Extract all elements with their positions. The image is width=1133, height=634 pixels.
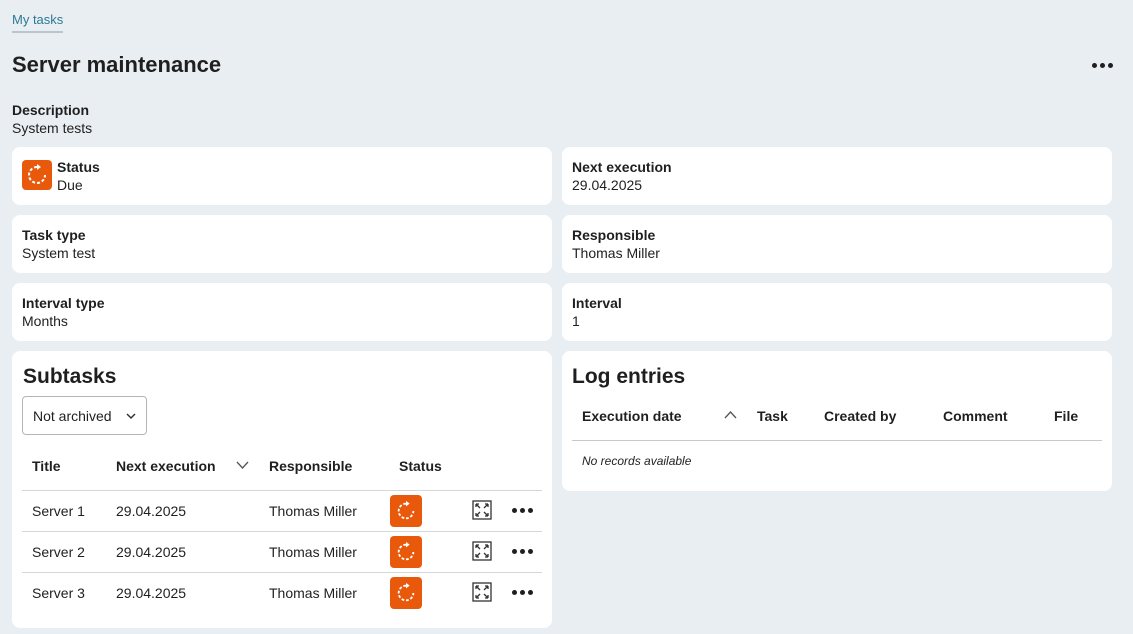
- row-next-execution: 29.04.2025: [116, 503, 187, 519]
- interval-type-label: Interval type: [22, 295, 105, 311]
- row-responsible: Thomas Miller: [269, 503, 357, 519]
- row-next-execution: 29.04.2025: [116, 585, 187, 601]
- more-dot-icon: [511, 589, 517, 595]
- row-next-execution: 29.04.2025: [116, 544, 187, 560]
- subtasks-card: Subtasks Not archived Title Next executi…: [12, 351, 552, 628]
- more-dot-icon: [519, 548, 525, 554]
- row-more-button[interactable]: [510, 544, 534, 558]
- responsible-label: Responsible: [572, 227, 656, 243]
- column-comment[interactable]: Comment: [943, 408, 1008, 424]
- more-dot-icon: [527, 507, 533, 513]
- sort-ascending-icon[interactable]: [724, 410, 737, 420]
- responsible-value: Thomas Miller: [572, 245, 660, 261]
- table-row[interactable]: Server 1 29.04.2025 Thomas Miller: [22, 490, 542, 531]
- row-responsible: Thomas Miller: [269, 544, 357, 560]
- row-responsible: Thomas Miller: [269, 585, 357, 601]
- refresh-due-icon[interactable]: [390, 577, 422, 609]
- status-card: Status Due: [12, 147, 552, 205]
- archive-filter-select[interactable]: Not archived: [22, 396, 147, 435]
- row-more-button[interactable]: [510, 503, 534, 517]
- interval-type-card: Interval type Months: [12, 283, 552, 341]
- page-title: Server maintenance: [12, 52, 222, 77]
- row-title: Server 1: [32, 503, 85, 519]
- interval-type-value: Months: [22, 313, 68, 329]
- responsible-card: Responsible Thomas Miller: [562, 215, 1112, 273]
- more-dot-icon: [527, 589, 533, 595]
- expand-icon[interactable]: [472, 541, 492, 561]
- table-row[interactable]: Server 2 29.04.2025 Thomas Miller: [22, 531, 542, 572]
- table-row[interactable]: Server 3 29.04.2025 Thomas Miller: [22, 572, 542, 613]
- status-label: Status: [57, 159, 100, 175]
- refresh-due-icon: [22, 160, 52, 190]
- next-execution-value: 29.04.2025: [572, 177, 643, 193]
- expand-icon[interactable]: [472, 582, 492, 602]
- column-responsible[interactable]: Responsible: [269, 458, 352, 474]
- column-title[interactable]: Title: [32, 458, 61, 474]
- subtasks-title: Subtasks: [23, 365, 117, 388]
- more-dot-icon: [527, 548, 533, 554]
- interval-card: Interval 1: [562, 283, 1112, 341]
- more-dot-icon: [511, 507, 517, 513]
- description-value: System tests: [12, 120, 93, 136]
- expand-icon[interactable]: [472, 500, 492, 520]
- next-execution-card: Next execution 29.04.2025: [562, 147, 1112, 205]
- interval-value: 1: [572, 313, 580, 329]
- chevron-down-icon: [126, 412, 136, 419]
- task-type-value: System test: [22, 245, 96, 261]
- refresh-due-icon[interactable]: [390, 495, 422, 527]
- log-entries-card: Log entries Execution date Task Created …: [562, 351, 1112, 491]
- more-dot-icon: [1107, 62, 1113, 68]
- column-file[interactable]: File: [1054, 408, 1078, 424]
- row-more-button[interactable]: [510, 585, 534, 599]
- task-type-card: Task type System test: [12, 215, 552, 273]
- next-execution-label: Next execution: [572, 159, 672, 175]
- column-task[interactable]: Task: [757, 408, 788, 424]
- refresh-due-icon[interactable]: [390, 536, 422, 568]
- more-actions-button[interactable]: [1089, 56, 1115, 74]
- row-title: Server 2: [32, 544, 85, 560]
- column-created-by[interactable]: Created by: [824, 408, 896, 424]
- more-dot-icon: [519, 589, 525, 595]
- column-next-execution[interactable]: Next execution: [116, 458, 216, 474]
- description-label: Description: [12, 102, 90, 118]
- column-status[interactable]: Status: [399, 458, 442, 474]
- log-entries-title: Log entries: [572, 365, 686, 388]
- sort-descending-icon[interactable]: [236, 460, 249, 470]
- header-divider: [572, 440, 1102, 441]
- more-dot-icon: [519, 507, 525, 513]
- column-execution-date[interactable]: Execution date: [582, 408, 682, 424]
- status-value: Due: [57, 177, 83, 193]
- more-dot-icon: [1099, 62, 1105, 68]
- row-title: Server 3: [32, 585, 85, 601]
- empty-state-text: No records available: [582, 454, 692, 468]
- task-type-label: Task type: [22, 227, 86, 243]
- archive-filter-value: Not archived: [33, 407, 112, 424]
- more-dot-icon: [511, 548, 517, 554]
- interval-label: Interval: [572, 295, 622, 311]
- more-dot-icon: [1091, 62, 1097, 68]
- breadcrumb-my-tasks[interactable]: My tasks: [12, 12, 64, 33]
